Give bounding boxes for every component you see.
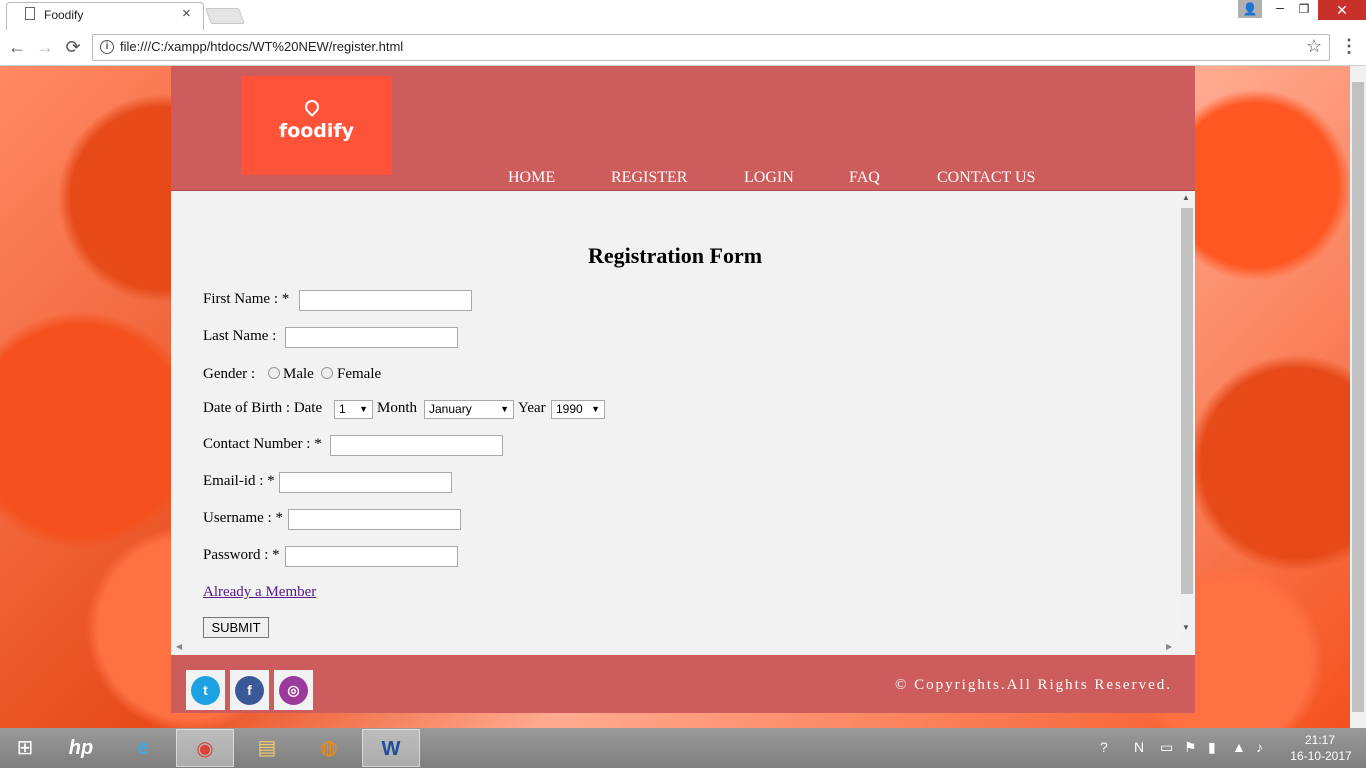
user-icon[interactable]: 👤 (1238, 0, 1262, 18)
first-name-input[interactable] (299, 290, 472, 311)
contact-label: Contact Number : * (203, 436, 322, 452)
word-icon[interactable]: W (362, 729, 420, 767)
year-label: Year (518, 400, 546, 416)
copyright-text: © Copyrights.All Rights Reserved. (895, 677, 1172, 693)
onenote-icon[interactable]: N (1134, 739, 1144, 755)
network-icon[interactable]: ▲ (1232, 739, 1246, 755)
email-label: Email-id : * (203, 473, 275, 489)
last-name-input[interactable] (285, 327, 458, 348)
email-input[interactable] (279, 472, 452, 493)
female-radio[interactable] (321, 367, 333, 379)
help-icon[interactable]: ? (1100, 739, 1108, 755)
tab-foodify[interactable] (6, 2, 204, 30)
page-scrollbar-thumb[interactable] (1352, 82, 1364, 712)
monitor-icon[interactable]: ▭ (1160, 739, 1173, 756)
url-text[interactable]: file:///C:/xampp/htdocs/WT%20NEW/registe… (120, 39, 403, 54)
submit-button[interactable]: SUBMIT (203, 617, 269, 638)
file-explorer-icon[interactable]: ▤ (238, 729, 296, 767)
new-tab-button[interactable] (205, 8, 245, 24)
facebook-icon: f (235, 676, 264, 705)
page-icon (25, 7, 35, 20)
bookmark-star-icon[interactable]: ☆ (1306, 36, 1322, 57)
dob-label: Date of Birth : Date (203, 400, 323, 416)
contact-input[interactable] (330, 435, 503, 456)
twitter-icon: t (191, 676, 220, 705)
year-value: 1990 (556, 402, 583, 416)
month-select[interactable]: January ▼ (424, 400, 514, 419)
male-radio[interactable] (268, 367, 280, 379)
twitter-button[interactable]: t (186, 670, 225, 710)
nav-contact-us[interactable]: CONTACT US (937, 169, 1035, 187)
already-member-link[interactable]: Already a Member (203, 584, 316, 601)
browser-menu-icon[interactable]: ⋮ (1340, 36, 1358, 57)
tab-title: Foodify (44, 8, 84, 22)
date-select[interactable]: 1 ▼ (334, 400, 373, 419)
close-window-button[interactable]: ✕ (1318, 0, 1366, 20)
firefox-icon[interactable]: ◍ (300, 729, 358, 767)
chevron-down-icon: ▼ (359, 404, 368, 414)
gender-label: Gender : (203, 366, 256, 382)
start-button[interactable]: ⊞ (0, 729, 50, 767)
maximize-button[interactable]: ❐ (1292, 0, 1316, 18)
minimize-button[interactable]: – (1268, 0, 1292, 18)
female-label: Female (337, 366, 382, 382)
month-value: January (429, 402, 472, 416)
password-label: Password : * (203, 547, 280, 563)
scroll-down-icon[interactable]: ▼ (1182, 623, 1190, 632)
flag-icon[interactable]: ⚑ (1184, 739, 1197, 756)
tab-strip (0, 0, 1366, 30)
scroll-left-icon[interactable]: ◀ (176, 642, 182, 651)
scroll-up-icon[interactable]: ▲ (1182, 193, 1190, 202)
clock-time[interactable]: 21:17 (1300, 733, 1340, 747)
first-name-label: First Name : * (203, 291, 290, 307)
reload-button[interactable]: ⟳ (62, 36, 84, 58)
internet-explorer-icon[interactable]: e (114, 729, 172, 767)
nav-home[interactable]: HOME (508, 169, 555, 187)
hp-icon[interactable]: hp (52, 729, 110, 767)
info-icon[interactable]: i (100, 40, 114, 54)
year-select[interactable]: 1990 ▼ (551, 400, 605, 419)
back-button[interactable]: ← (6, 36, 28, 58)
form-title: Registration Form (587, 243, 763, 268)
instagram-button[interactable]: ◎ (274, 670, 313, 710)
logo-text: foodify (278, 120, 355, 142)
instagram-icon: ◎ (279, 676, 308, 705)
nav-login[interactable]: LOGIN (744, 169, 794, 187)
form-scrollbar-thumb[interactable] (1181, 208, 1193, 594)
username-label: Username : * (203, 510, 283, 526)
volume-icon[interactable]: ♪ (1256, 739, 1263, 755)
nav-faq[interactable]: FAQ (849, 169, 880, 187)
forward-button[interactable]: → (34, 36, 56, 58)
username-input[interactable] (288, 509, 461, 530)
password-input[interactable] (285, 546, 458, 567)
chevron-down-icon: ▼ (591, 404, 600, 414)
tab-close-icon[interactable]: × (182, 5, 191, 22)
chevron-down-icon: ▼ (500, 404, 509, 414)
scroll-right-icon[interactable]: ▶ (1166, 642, 1172, 651)
facebook-button[interactable]: f (230, 670, 269, 710)
date-value: 1 (339, 402, 346, 416)
month-label: Month (377, 400, 418, 416)
power-icon[interactable]: ▮ (1208, 739, 1216, 756)
last-name-label: Last Name : (203, 328, 277, 344)
clock-date[interactable]: 16-10-2017 (1288, 749, 1354, 763)
chrome-icon[interactable]: ◉ (176, 729, 234, 767)
male-label: Male (283, 366, 314, 382)
nav-register[interactable]: REGISTER (611, 169, 687, 187)
